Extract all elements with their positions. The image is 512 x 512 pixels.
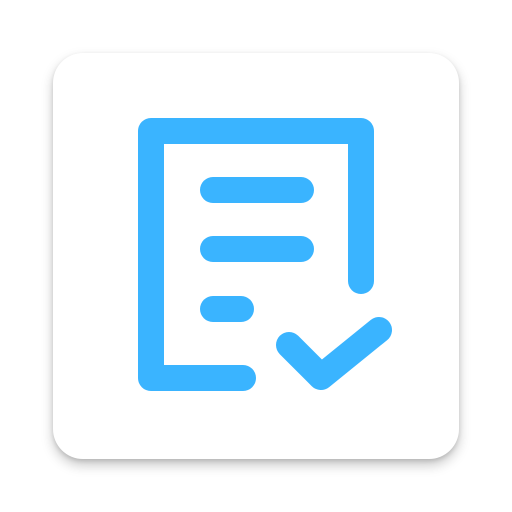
checkmark xyxy=(276,317,392,390)
app-icon-canvas xyxy=(0,0,512,512)
document-checked-icon xyxy=(138,118,392,391)
